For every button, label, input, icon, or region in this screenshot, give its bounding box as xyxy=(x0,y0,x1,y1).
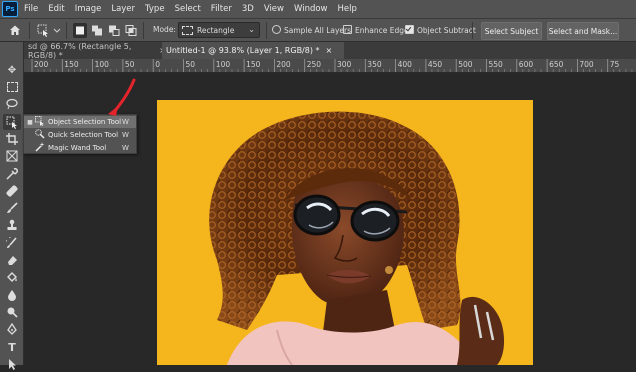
menu-help[interactable]: Help xyxy=(338,4,357,14)
horizontal-ruler: 200 150 100 50 0 50 100 150 200 250 300 350 400 450 50… xyxy=(24,59,636,73)
pen-icon[interactable] xyxy=(3,321,21,337)
photoshop-logo: Ps xyxy=(2,1,18,17)
object-selection-icon xyxy=(34,116,46,128)
ruler-tick-label: 450 xyxy=(428,60,443,69)
tool-preset-picker[interactable] xyxy=(36,23,62,38)
document-tab-bar: sd @ 66.7% (Rectangle 5, RGB/8) * × Unti… xyxy=(24,41,636,60)
close-icon[interactable]: × xyxy=(326,46,333,55)
magic-wand-tool-item[interactable]: Magic Wand Tool W xyxy=(24,142,136,154)
eyedropper-icon[interactable] xyxy=(3,166,21,182)
quick-selection-shortcut: W xyxy=(122,131,129,139)
ruler-tick-label: 0 xyxy=(155,60,160,69)
menu-select[interactable]: Select xyxy=(175,4,201,14)
ruler-tick-label: 200 xyxy=(276,60,291,69)
menu-bar: Ps File Edit Image Layer Type Select Fil… xyxy=(0,0,636,19)
object-selection-shortcut: W xyxy=(122,118,129,126)
blur-icon[interactable] xyxy=(3,287,21,303)
tools-panel: ✥ T xyxy=(0,42,24,370)
ruler-tick-label: 650 xyxy=(549,60,564,69)
object-subtract-checkbox[interactable]: Object Subtract xyxy=(405,25,476,35)
new-selection-button[interactable] xyxy=(73,23,87,38)
select-subject-button[interactable]: Select Subject xyxy=(481,22,542,40)
subtract-from-selection-button[interactable] xyxy=(107,23,121,38)
frame-icon[interactable] xyxy=(3,148,21,164)
lasso-icon[interactable] xyxy=(3,96,21,112)
sample-all-layers-checkbox[interactable]: Sample All Layers xyxy=(272,25,351,35)
ruler-tick-label: 350 xyxy=(367,60,382,69)
tab-sd-document[interactable]: sd @ 66.7% (Rectangle 5, RGB/8) * × xyxy=(24,41,166,60)
tab-sd-label: sd @ 66.7% (Rectangle 5, RGB/8) * xyxy=(28,41,132,60)
ruler-tick-label: 700 xyxy=(579,60,594,69)
ruler-tick-label: 150 xyxy=(246,60,261,69)
sample-all-layers-label: Sample All Layers xyxy=(284,26,352,35)
rectangle-mode-icon xyxy=(182,25,193,35)
eraser-icon[interactable] xyxy=(3,252,21,268)
ruler-tick-label: 300 xyxy=(337,60,352,69)
menu-edit[interactable]: Edit xyxy=(48,4,64,14)
mode-select-value: Rectangle xyxy=(197,25,235,35)
mode-select[interactable]: Rectangle ⌄ xyxy=(178,22,260,38)
magic-wand-icon xyxy=(34,142,46,154)
menu-view[interactable]: View xyxy=(264,4,284,14)
home-icon[interactable] xyxy=(8,23,22,37)
tab-untitled-1[interactable]: Untitled-1 @ 93.8% (Layer 1, RGB/8) * × xyxy=(162,42,344,59)
ruler-ticks: 200 150 100 50 0 50 100 150 200 250 300 350 400 450 50… xyxy=(31,59,633,72)
options-bar: Mode: Rectangle ⌄ Sample All Layers Enha… xyxy=(0,19,636,42)
canvas-photo[interactable] xyxy=(157,100,533,365)
selected-dot-icon: ■ xyxy=(27,118,33,126)
ruler-tick-label: 75 xyxy=(610,60,620,69)
menu-3d[interactable]: 3D xyxy=(242,4,254,14)
select-and-mask-button[interactable]: Select and Mask... xyxy=(547,22,619,40)
ruler-tick-label: 50 xyxy=(125,60,135,69)
ruler-tick-label: 500 xyxy=(458,60,473,69)
ruler-tick-label: 200 xyxy=(34,60,49,69)
menu-file[interactable]: File xyxy=(24,4,38,14)
object-selection-icon[interactable] xyxy=(3,114,21,130)
ruler-tick-label: 250 xyxy=(307,60,322,69)
crop-icon[interactable] xyxy=(3,131,21,147)
add-to-selection-button[interactable] xyxy=(90,23,104,38)
portrait-image xyxy=(209,111,505,365)
tab-untitled-label: Untitled-1 @ 93.8% (Layer 1, RGB/8) * xyxy=(166,46,320,55)
marquee-icon[interactable] xyxy=(3,79,21,95)
ruler-tick-label: 600 xyxy=(519,60,534,69)
object-selection-tool-label: Object Selection Tool xyxy=(48,118,122,126)
menu-image[interactable]: Image xyxy=(75,4,102,14)
brush-icon[interactable] xyxy=(3,200,21,216)
dodge-icon[interactable] xyxy=(3,304,21,320)
quick-selection-tool-item[interactable]: Quick Selection Tool W xyxy=(24,129,136,141)
quick-selection-tool-label: Quick Selection Tool xyxy=(48,131,119,139)
ruler-tick-label: 50 xyxy=(186,60,196,69)
enhance-edge-label: Enhance Edge xyxy=(355,26,409,35)
menu-layer[interactable]: Layer xyxy=(111,4,135,14)
move-icon[interactable]: ✥ xyxy=(3,62,21,78)
annotation-arrow-icon xyxy=(104,78,138,118)
magic-wand-tool-label: Magic Wand Tool xyxy=(48,144,107,152)
chevron-down-icon: ⌄ xyxy=(248,25,255,34)
enhance-edge-checkbox[interactable]: Enhance Edge xyxy=(343,25,409,35)
quick-selection-icon xyxy=(34,129,46,141)
stamp-icon[interactable] xyxy=(3,217,21,233)
path-selection-icon[interactable] xyxy=(3,356,21,372)
type-icon[interactable]: T xyxy=(3,339,21,355)
ruler-tick-label: 100 xyxy=(216,60,231,69)
object-subtract-label: Object Subtract xyxy=(417,26,476,35)
mode-label: Mode: xyxy=(153,25,176,34)
ruler-tick-label: 100 xyxy=(95,60,110,69)
enhance-edge-toggle[interactable] xyxy=(343,25,352,34)
ruler-tick-label: 550 xyxy=(489,60,504,69)
menu-type[interactable]: Type xyxy=(145,4,165,14)
menu-filter[interactable]: Filter xyxy=(211,4,232,14)
bucket-icon[interactable] xyxy=(3,269,21,285)
ruler-tick-label: 400 xyxy=(398,60,413,69)
magic-wand-shortcut: W xyxy=(122,144,129,152)
sample-all-layers-toggle[interactable] xyxy=(272,25,281,34)
menu-window[interactable]: Window xyxy=(294,4,328,14)
object-subtract-toggle[interactable] xyxy=(405,25,414,34)
intersect-selection-button[interactable] xyxy=(124,23,138,38)
healing-icon[interactable] xyxy=(3,183,21,199)
ruler-tick-label: 150 xyxy=(64,60,79,69)
history-brush-icon[interactable] xyxy=(3,235,21,251)
selection-tools-flyout: ■ Object Selection Tool W Quick Selectio… xyxy=(23,114,137,154)
